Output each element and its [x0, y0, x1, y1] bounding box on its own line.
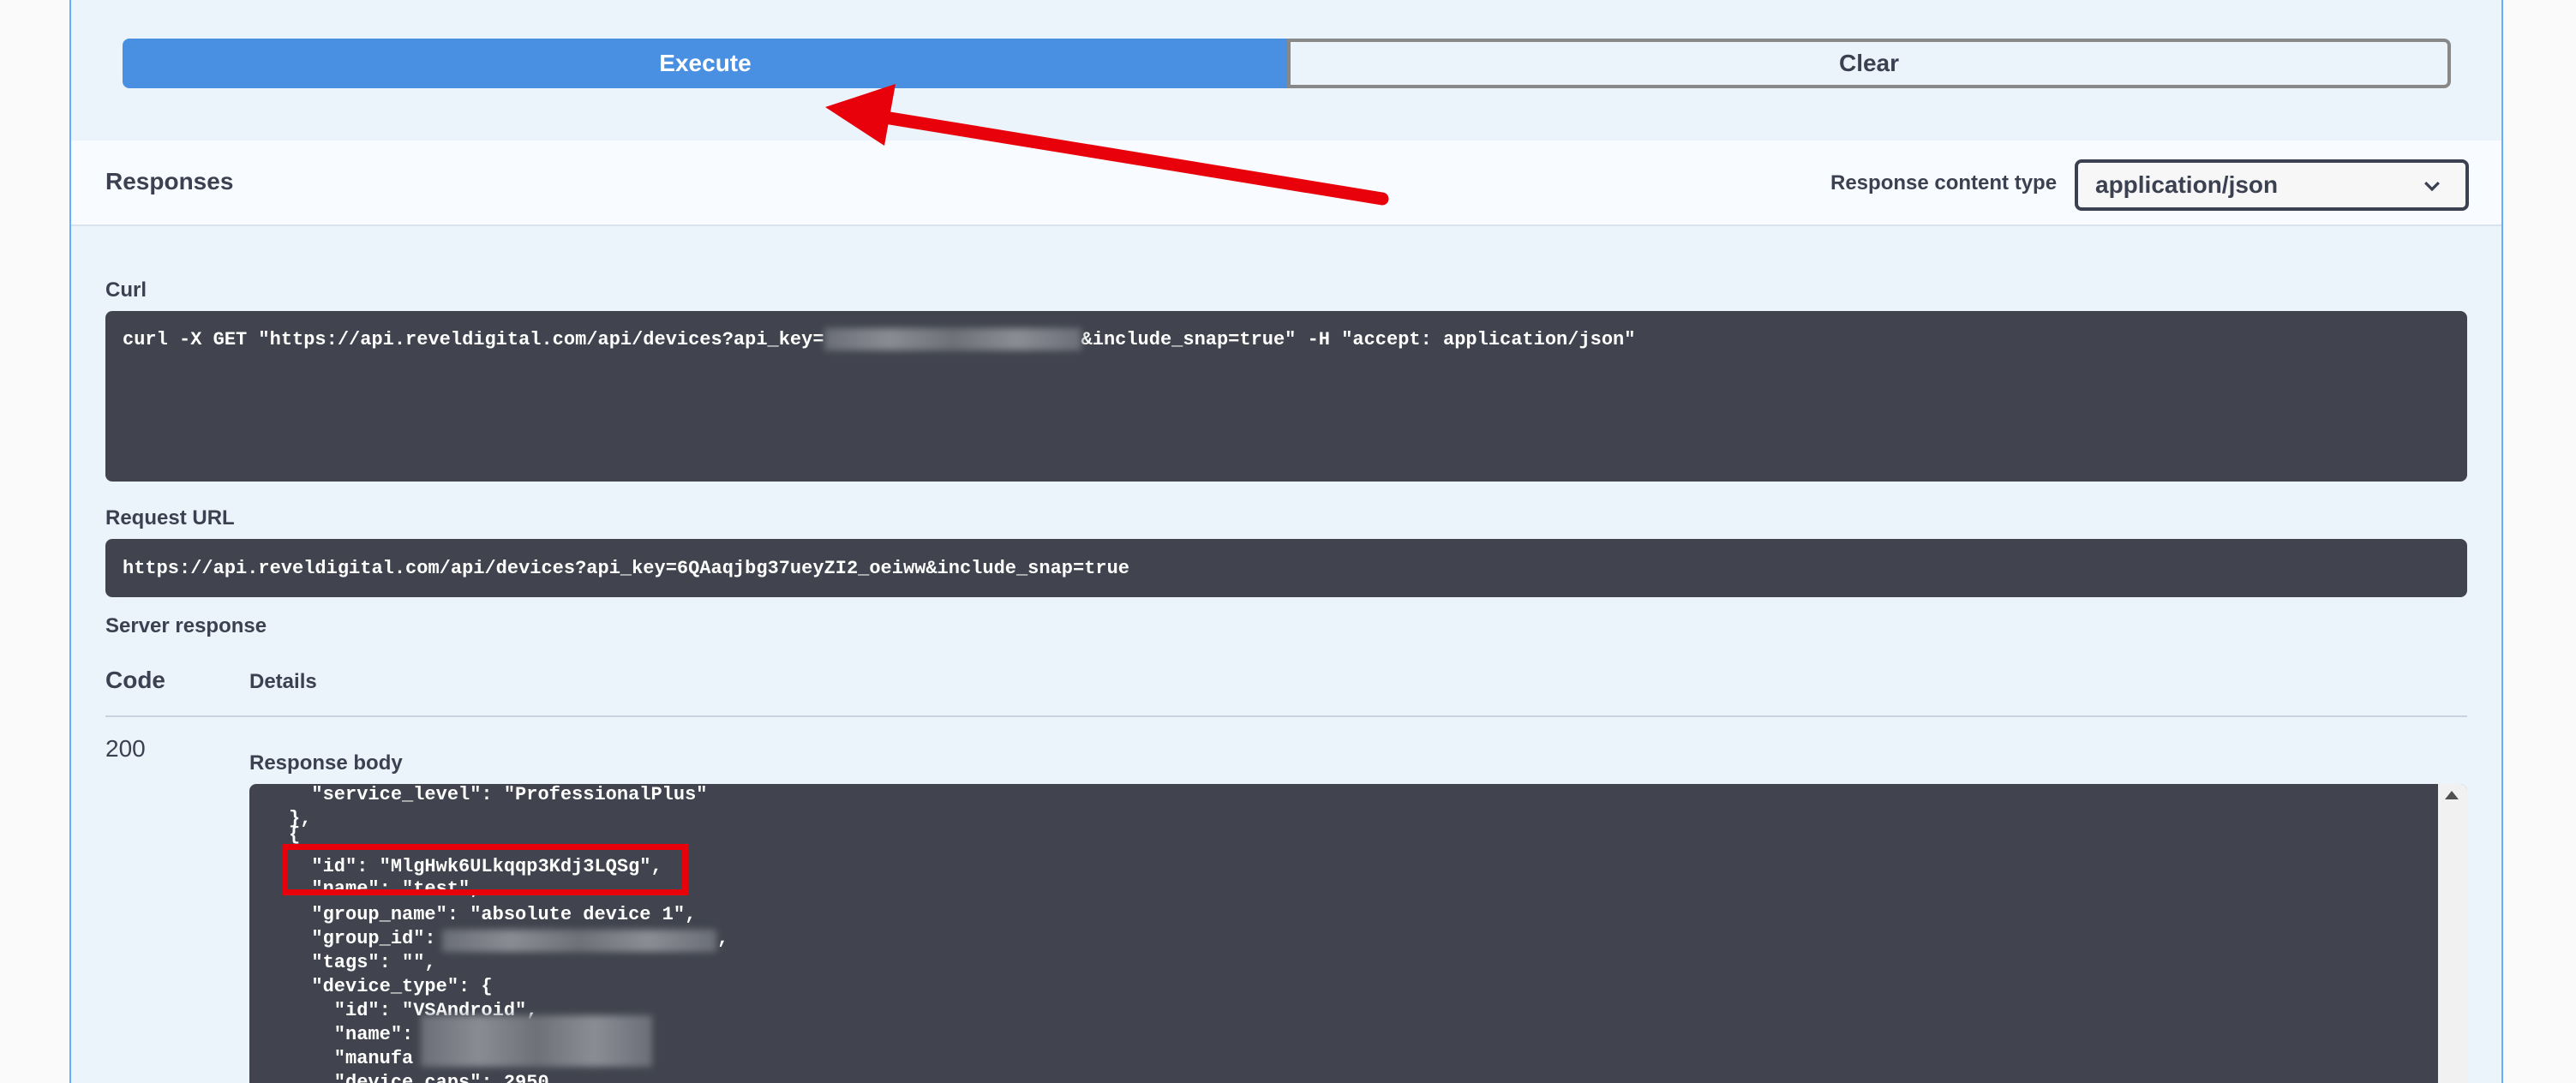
response-line: "group_id":: [289, 928, 436, 949]
response-line: "device_type": {: [289, 976, 493, 997]
redacted-group-id: [442, 930, 716, 952]
response-body[interactable]: "service_level": "ProfessionalPlus" }, {…: [249, 784, 2467, 1083]
chevron-down-icon: [2424, 181, 2440, 192]
code-column-header: Code: [105, 667, 165, 693]
clear-button[interactable]: Clear: [1287, 39, 2451, 88]
table-divider: [105, 715, 2467, 717]
response-line: "manufa: [289, 1048, 414, 1069]
response-content-type-select[interactable]: application/json: [2075, 159, 2469, 211]
highlight-box-annotation: [282, 844, 688, 895]
responses-header: Responses Response content type applicat…: [71, 141, 2501, 226]
curl-suffix: &include_snap=true" -H "accept: applicat…: [1081, 328, 1636, 350]
request-url-label: Request URL: [105, 506, 235, 530]
response-line: {: [289, 824, 301, 846]
details-column-header: Details: [249, 670, 317, 693]
response-comma: ,: [717, 928, 729, 949]
response-content-type-label: Response content type: [1830, 171, 2058, 194]
curl-prefix: curl -X GET "https://api.reveldigital.co…: [123, 328, 824, 350]
response-content-type-value: application/json: [2095, 171, 2279, 198]
response-line: "device_caps": 2950: [289, 1072, 549, 1083]
redacted-api-key: [824, 328, 1081, 350]
curl-label: Curl: [105, 278, 147, 302]
response-line: "service_level": "ProfessionalPlus": [289, 784, 708, 805]
response-body-label: Response body: [249, 751, 403, 775]
response-line: "group_name": "absolute device 1",: [289, 904, 697, 925]
curl-command: curl -X GET "https://api.reveldigital.co…: [105, 311, 2467, 482]
responses-title: Responses: [105, 168, 234, 194]
request-url-value: https://api.reveldigital.com/api/devices…: [105, 539, 2467, 597]
scroll-up-arrow-icon[interactable]: [2445, 791, 2459, 799]
execute-button[interactable]: Execute: [123, 39, 1288, 88]
response-line: "name":: [289, 1024, 414, 1045]
redacted-device-info: [421, 1015, 652, 1067]
scrollbar[interactable]: [2438, 784, 2467, 1083]
response-line: "tags": "",: [289, 952, 436, 973]
status-code: 200: [105, 735, 146, 762]
server-response-label: Server response: [105, 614, 267, 637]
